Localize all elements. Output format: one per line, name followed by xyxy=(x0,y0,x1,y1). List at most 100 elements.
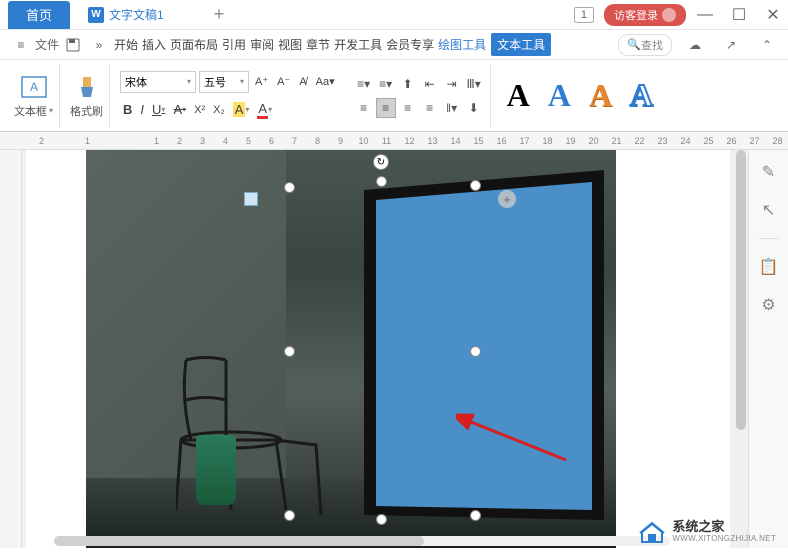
tab-document[interactable]: W 文字文稿1 xyxy=(78,2,174,27)
doc-icon: W xyxy=(88,7,104,23)
textbox-label[interactable]: 文本框▾ xyxy=(14,103,53,119)
dec-font-button[interactable]: A⁻ xyxy=(274,73,293,90)
scrollbar-horizontal[interactable] xyxy=(54,536,670,546)
more-icon[interactable]: » xyxy=(86,38,112,52)
document-canvas[interactable]: ↻ + xyxy=(26,150,730,548)
bold-button[interactable]: B xyxy=(120,100,135,119)
handle-nw[interactable] xyxy=(284,182,295,193)
align-justify-button[interactable]: ≡ xyxy=(420,98,440,118)
leaning-frame[interactable] xyxy=(354,160,614,530)
text-style-1[interactable]: A xyxy=(507,77,530,114)
underline-button[interactable]: U▾ xyxy=(149,100,168,119)
background-photo xyxy=(86,150,616,548)
font-size-select[interactable]: 五号▾ xyxy=(199,71,249,93)
tab-home[interactable]: 首页 xyxy=(8,1,70,29)
subscript-button[interactable]: X₂ xyxy=(210,102,228,118)
outdent-button[interactable]: ⇤ xyxy=(420,74,440,94)
login-label: 访客登录 xyxy=(614,7,658,23)
tab-add[interactable]: + xyxy=(214,4,225,25)
italic-button[interactable]: I xyxy=(137,100,147,119)
share-icon[interactable]: ↗ xyxy=(718,38,744,52)
menu-pagelayout[interactable]: 页面布局 xyxy=(168,36,220,53)
menu-view[interactable]: 视图 xyxy=(276,36,304,53)
menu-chapter[interactable]: 章节 xyxy=(304,36,332,53)
ruler-tick: 5 xyxy=(237,136,260,146)
menu-texttools[interactable]: 文本工具 xyxy=(491,33,551,56)
numbering-button[interactable]: ≡▾ xyxy=(376,74,396,94)
settings-icon[interactable]: ⚙ xyxy=(759,295,779,315)
search-icon: 🔍 xyxy=(627,38,641,51)
menu-devtools[interactable]: 开发工具 xyxy=(332,36,384,53)
file-menu[interactable]: 文件 xyxy=(34,36,60,53)
close-button[interactable]: ✕ xyxy=(758,0,788,30)
menu-drawtools[interactable]: 绘图工具 xyxy=(436,36,488,53)
menu-start[interactable]: 开始 xyxy=(112,36,140,53)
paragraph-group: ≡▾ ≡▾ ⬆ ⇤ ⇥ Ⅲ▾ ≡ ≡ ≡ ≡ ‖▾ ⬇ xyxy=(348,64,491,128)
svg-text:A: A xyxy=(29,80,37,94)
inc-font-button[interactable]: A⁺ xyxy=(252,73,271,90)
minimize-button[interactable]: — xyxy=(690,0,720,30)
align-center-button[interactable]: ≡ xyxy=(376,98,396,118)
brush-icon[interactable] xyxy=(73,73,101,101)
menu-reference[interactable]: 引用 xyxy=(220,36,248,53)
textbox-icon[interactable]: A xyxy=(20,73,48,101)
menu-review[interactable]: 审阅 xyxy=(248,36,276,53)
handle-n[interactable] xyxy=(376,176,387,187)
towel xyxy=(196,435,236,505)
cursor-icon[interactable]: ↖ xyxy=(759,200,779,220)
save-icon[interactable] xyxy=(60,38,86,52)
handle-se[interactable] xyxy=(470,510,481,521)
scrollbar-v-thumb[interactable] xyxy=(736,150,746,430)
text-style-2[interactable]: A xyxy=(548,77,571,114)
clipboard-icon[interactable]: 📋 xyxy=(759,257,779,277)
line-spacing-button[interactable]: ‖▾ xyxy=(442,98,462,118)
font-color-button[interactable]: A▾ xyxy=(254,99,275,121)
align-bottom-button[interactable]: ⬇ xyxy=(464,98,484,118)
handle-e[interactable] xyxy=(470,346,481,357)
anchor-icon xyxy=(244,192,258,206)
hamburger-icon[interactable]: ≡ xyxy=(8,38,34,52)
handle-sw[interactable] xyxy=(284,510,295,521)
handle-s[interactable] xyxy=(376,514,387,525)
strike-button[interactable]: A▾ xyxy=(170,100,189,119)
window-indicator[interactable]: 1 xyxy=(574,7,594,23)
clear-format-button[interactable]: A̸ xyxy=(296,74,309,90)
layout-plus-button[interactable]: + xyxy=(498,190,516,208)
scrollbar-vertical[interactable] xyxy=(734,150,748,548)
login-button[interactable]: 访客登录 xyxy=(604,4,686,26)
handle-w[interactable] xyxy=(284,346,295,357)
ruler-tick: 21 xyxy=(605,136,628,146)
brush-label[interactable]: 格式刷 xyxy=(70,103,103,119)
text-direction-button[interactable]: Ⅲ▾ xyxy=(464,74,484,94)
menu-insert[interactable]: 插入 xyxy=(140,36,168,53)
ruler-horizontal[interactable]: 2112345678910111213141516171819202122232… xyxy=(0,132,788,150)
ruler-tick: 20 xyxy=(582,136,605,146)
text-styles-gallery: A A A A xyxy=(495,77,665,114)
maximize-button[interactable]: ☐ xyxy=(724,0,754,30)
ruler-vertical[interactable] xyxy=(0,150,22,548)
font-name-select[interactable]: 宋体▾ xyxy=(120,71,196,93)
cloud-icon[interactable]: ☁ xyxy=(682,38,708,52)
align-top-button[interactable]: ⬆ xyxy=(398,74,418,94)
change-case-button[interactable]: Aa▾ xyxy=(313,73,338,90)
ruler-tick: 24 xyxy=(674,136,697,146)
search-box[interactable]: 🔍 查找 xyxy=(618,34,672,56)
collapse-icon[interactable]: ⌃ xyxy=(754,38,780,52)
handle-ne[interactable] xyxy=(470,180,481,191)
indent-button[interactable]: ⇥ xyxy=(442,74,462,94)
ruler-tick: 17 xyxy=(513,136,536,146)
rotate-handle[interactable]: ↻ xyxy=(373,154,389,170)
align-left-button[interactable]: ≡ xyxy=(354,98,374,118)
toolbar: A 文本框▾ 格式刷 宋体▾ 五号▾ A⁺ A⁻ A̸ Aa▾ B I U▾ A… xyxy=(0,60,788,132)
highlight-button[interactable]: A▾ xyxy=(230,100,253,119)
menu-member[interactable]: 会员专享 xyxy=(384,36,436,53)
superscript-button[interactable]: X² xyxy=(191,102,208,118)
text-style-4[interactable]: A xyxy=(630,77,653,114)
scrollbar-h-thumb[interactable] xyxy=(54,536,424,546)
ruler-tick: 2 xyxy=(168,136,191,146)
watermark-logo-icon xyxy=(638,520,666,544)
bullets-button[interactable]: ≡▾ xyxy=(354,74,374,94)
text-style-3[interactable]: A xyxy=(589,77,612,114)
pencil-icon[interactable]: ✎ xyxy=(759,162,779,182)
align-right-button[interactable]: ≡ xyxy=(398,98,418,118)
